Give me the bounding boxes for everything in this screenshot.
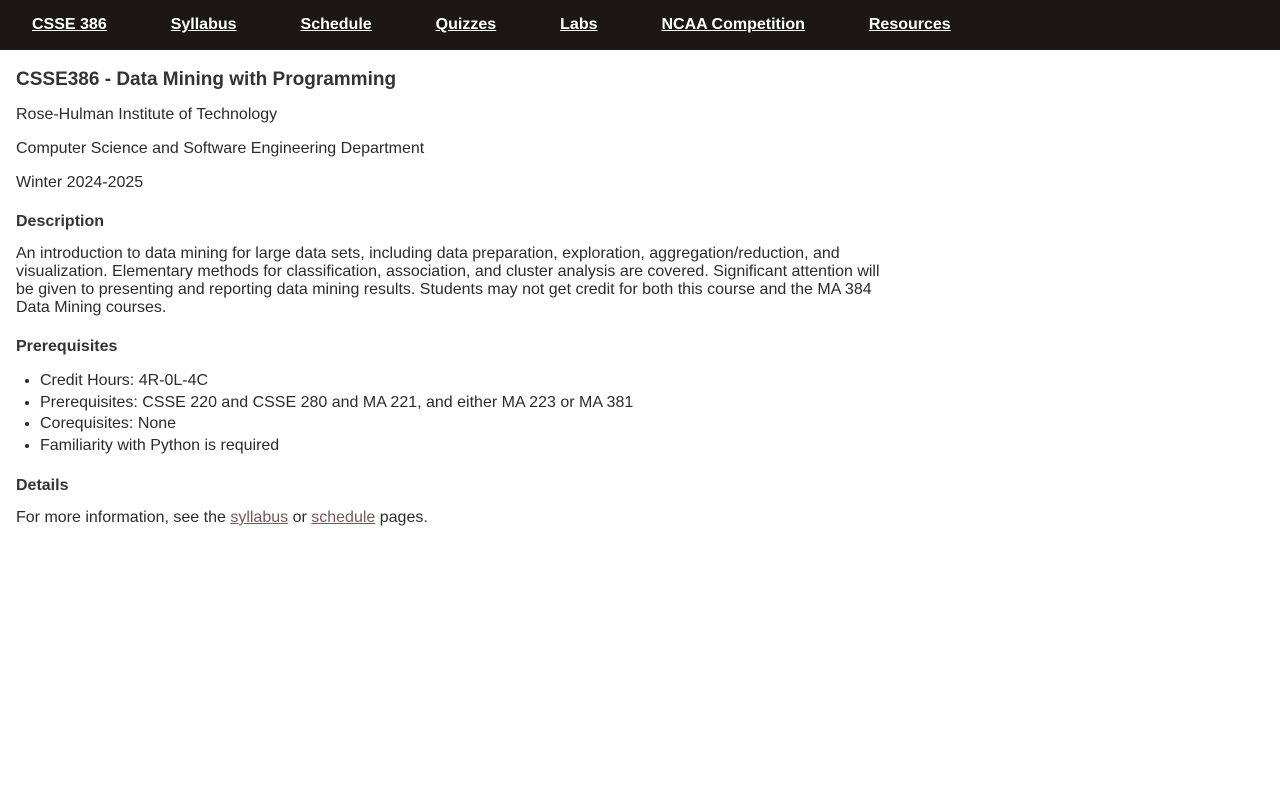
prerequisite-item-python: Familiarity with Python is required bbox=[40, 435, 896, 457]
nav-link-resources[interactable]: Resources bbox=[869, 0, 951, 50]
nav-link-syllabus[interactable]: Syllabus bbox=[171, 0, 237, 50]
details-heading: Details bbox=[16, 477, 69, 494]
details-text-before: For more information, see the bbox=[16, 509, 231, 526]
page-title: CSSE386 - Data Mining with Programming bbox=[16, 69, 397, 90]
description-heading: Description bbox=[16, 213, 105, 230]
schedule-link[interactable]: schedule bbox=[311, 509, 375, 526]
details-text-middle: or bbox=[288, 509, 312, 526]
nav-link-schedule[interactable]: Schedule bbox=[301, 0, 372, 50]
description-text: An introduction to data mining for large… bbox=[16, 245, 880, 316]
top-navigation-bar: CSSE 386 Syllabus Schedule Quizzes Labs … bbox=[0, 0, 1280, 50]
nav-link-labs[interactable]: Labs bbox=[560, 0, 597, 50]
department-text: Computer Science and Software Engineerin… bbox=[16, 140, 425, 157]
details-text: For more information, see the syllabus o… bbox=[16, 509, 896, 527]
prerequisite-item-credit-hours: Credit Hours: 4R-0L-4C bbox=[40, 370, 896, 392]
prerequisite-item-corequisites: Corequisites: None bbox=[40, 413, 896, 435]
term-text: Winter 2024-2025 bbox=[16, 174, 144, 191]
syllabus-link[interactable]: syllabus bbox=[230, 509, 288, 526]
nav-link-ncaa-competition[interactable]: NCAA Competition bbox=[661, 0, 804, 50]
prerequisites-list: Credit Hours: 4R-0L-4C Prerequisites: CS… bbox=[16, 370, 896, 456]
prerequisites-heading: Prerequisites bbox=[16, 338, 118, 355]
prerequisite-item-prerequisites: Prerequisites: CSSE 220 and CSSE 280 and… bbox=[40, 392, 896, 414]
main-content: CSSE386 - Data Mining with Programming R… bbox=[0, 68, 912, 527]
details-text-after: pages. bbox=[375, 509, 428, 526]
nav-link-home[interactable]: CSSE 386 bbox=[32, 0, 107, 50]
nav-link-quizzes[interactable]: Quizzes bbox=[436, 0, 496, 50]
institution-text: Rose-Hulman Institute of Technology bbox=[16, 106, 278, 123]
